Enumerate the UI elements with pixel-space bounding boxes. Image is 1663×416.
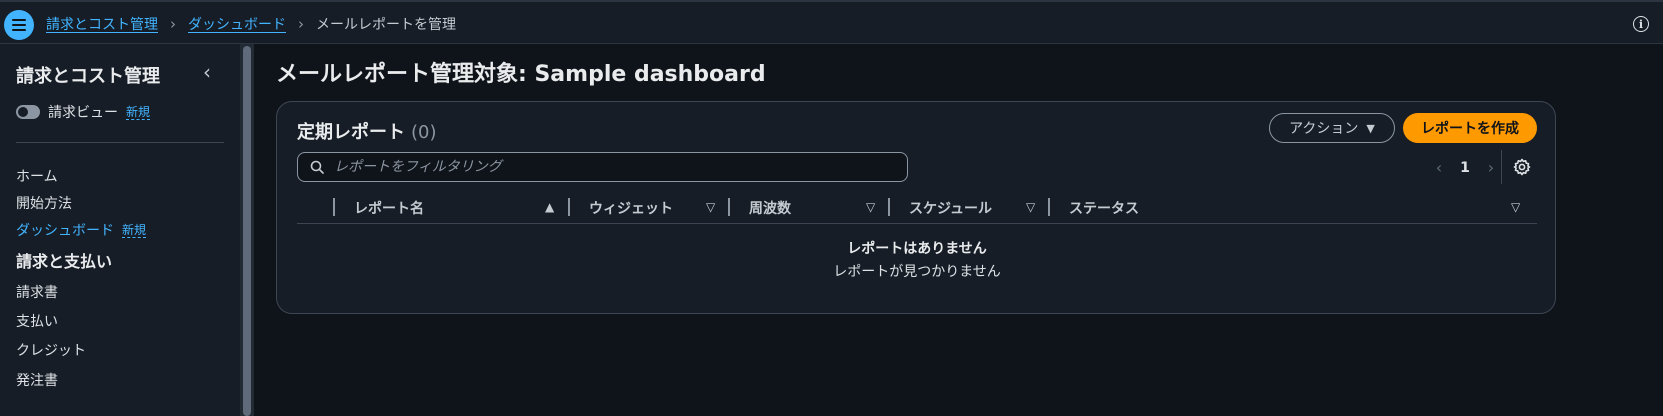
actions-button-label: アクション [1289, 121, 1359, 137]
pagination-prev-icon[interactable]: ‹ [1427, 158, 1451, 177]
column-resizer[interactable] [568, 198, 570, 216]
scheduled-reports-panel: 定期レポート (0) アクション ▼ レポートを作成 ‹ 1 › レポート名 ▲ … [276, 101, 1556, 314]
empty-state-subtitle: レポートが見つかりません [833, 264, 1001, 280]
column-widget[interactable]: ウィジェット [589, 194, 673, 222]
sort-ascending-icon[interactable]: ▲ [545, 200, 554, 214]
sidebar-item-getting-started[interactable]: 開始方法 [16, 193, 72, 213]
top-navigation-bar: 請求とコスト管理 › ダッシュボード › メールレポートを管理 i [0, 0, 1663, 44]
sort-icon[interactable]: ▽ [706, 200, 715, 214]
sidebar-item-bills[interactable]: 請求書 [16, 282, 58, 302]
empty-state-title: レポートはありません [847, 241, 987, 257]
breadcrumb-link-billing[interactable]: 請求とコスト管理 [46, 14, 158, 34]
sidebar-divider [16, 142, 224, 143]
column-status[interactable]: ステータス [1069, 194, 1139, 222]
billing-view-toggle[interactable] [16, 105, 40, 119]
column-resizer[interactable] [888, 198, 890, 216]
column-resizer[interactable] [333, 198, 335, 216]
report-count: (0) [411, 122, 437, 143]
column-frequency[interactable]: 周波数 [749, 194, 791, 222]
search-icon [310, 160, 324, 174]
pagination-current-page[interactable]: 1 [1451, 160, 1479, 176]
sidebar: 請求とコスト管理 ‹ 請求ビュー 新規 ホーム 開始方法 ダッシュボード 新規 … [0, 44, 240, 416]
sidebar-item-credits[interactable]: クレジット [16, 340, 86, 360]
breadcrumb-link-dashboard[interactable]: ダッシュボード [188, 14, 286, 34]
sidebar-scrollbar-thumb[interactable] [243, 46, 251, 416]
chevron-left-icon[interactable]: ‹ [203, 60, 211, 84]
breadcrumb: 請求とコスト管理 › ダッシュボード › メールレポートを管理 [46, 2, 456, 46]
breadcrumb-current: メールレポートを管理 [316, 17, 456, 33]
gear-icon[interactable] [1513, 158, 1531, 176]
pagination-next-icon[interactable]: › [1479, 158, 1503, 177]
sidebar-item-purchase-orders[interactable]: 発注書 [16, 370, 58, 390]
create-report-button[interactable]: レポートを作成 [1403, 113, 1537, 143]
pagination-divider [1501, 150, 1502, 184]
new-badge[interactable]: 新規 [122, 223, 147, 238]
sort-icon[interactable]: ▽ [1026, 200, 1035, 214]
report-filter-input[interactable] [334, 154, 894, 180]
table-header: レポート名 ▲ ウィジェット ▽ 周波数 ▽ スケジュール ▽ ステータス ▽ [297, 194, 1537, 224]
caret-down-icon: ▼ [1366, 121, 1375, 135]
panel-title: 定期レポート (0) [297, 118, 437, 144]
column-resizer[interactable] [728, 198, 730, 216]
sidebar-section-billing-payments: 請求と支払い [16, 252, 113, 271]
chevron-right-icon: › [298, 15, 304, 33]
column-report-name[interactable]: レポート名 [354, 194, 424, 222]
pagination: ‹ 1 › [1427, 158, 1503, 177]
sidebar-item-home[interactable]: ホーム [16, 166, 58, 186]
sidebar-item-label: ダッシュボード [16, 223, 114, 239]
page-title: メールレポート管理対象: Sample dashboard [276, 62, 766, 87]
menu-icon[interactable] [4, 10, 34, 40]
panel-title-text: 定期レポート [297, 122, 405, 143]
sidebar-title: 請求とコスト管理 [16, 66, 160, 87]
chevron-right-icon: › [170, 15, 176, 33]
toggle-label: 請求ビュー [48, 105, 118, 121]
billing-view-toggle-row: 請求ビュー 新規 [16, 102, 151, 122]
sidebar-item-dashboard[interactable]: ダッシュボード 新規 [16, 220, 147, 240]
column-schedule[interactable]: スケジュール [909, 194, 992, 222]
actions-button[interactable]: アクション ▼ [1269, 113, 1395, 143]
info-icon[interactable]: i [1633, 16, 1649, 32]
report-filter [297, 152, 908, 182]
new-badge[interactable]: 新規 [126, 105, 151, 120]
sort-icon[interactable]: ▽ [1511, 200, 1520, 214]
column-resizer[interactable] [1048, 198, 1050, 216]
sidebar-item-payments[interactable]: 支払い [16, 311, 58, 331]
sort-icon[interactable]: ▽ [866, 200, 875, 214]
